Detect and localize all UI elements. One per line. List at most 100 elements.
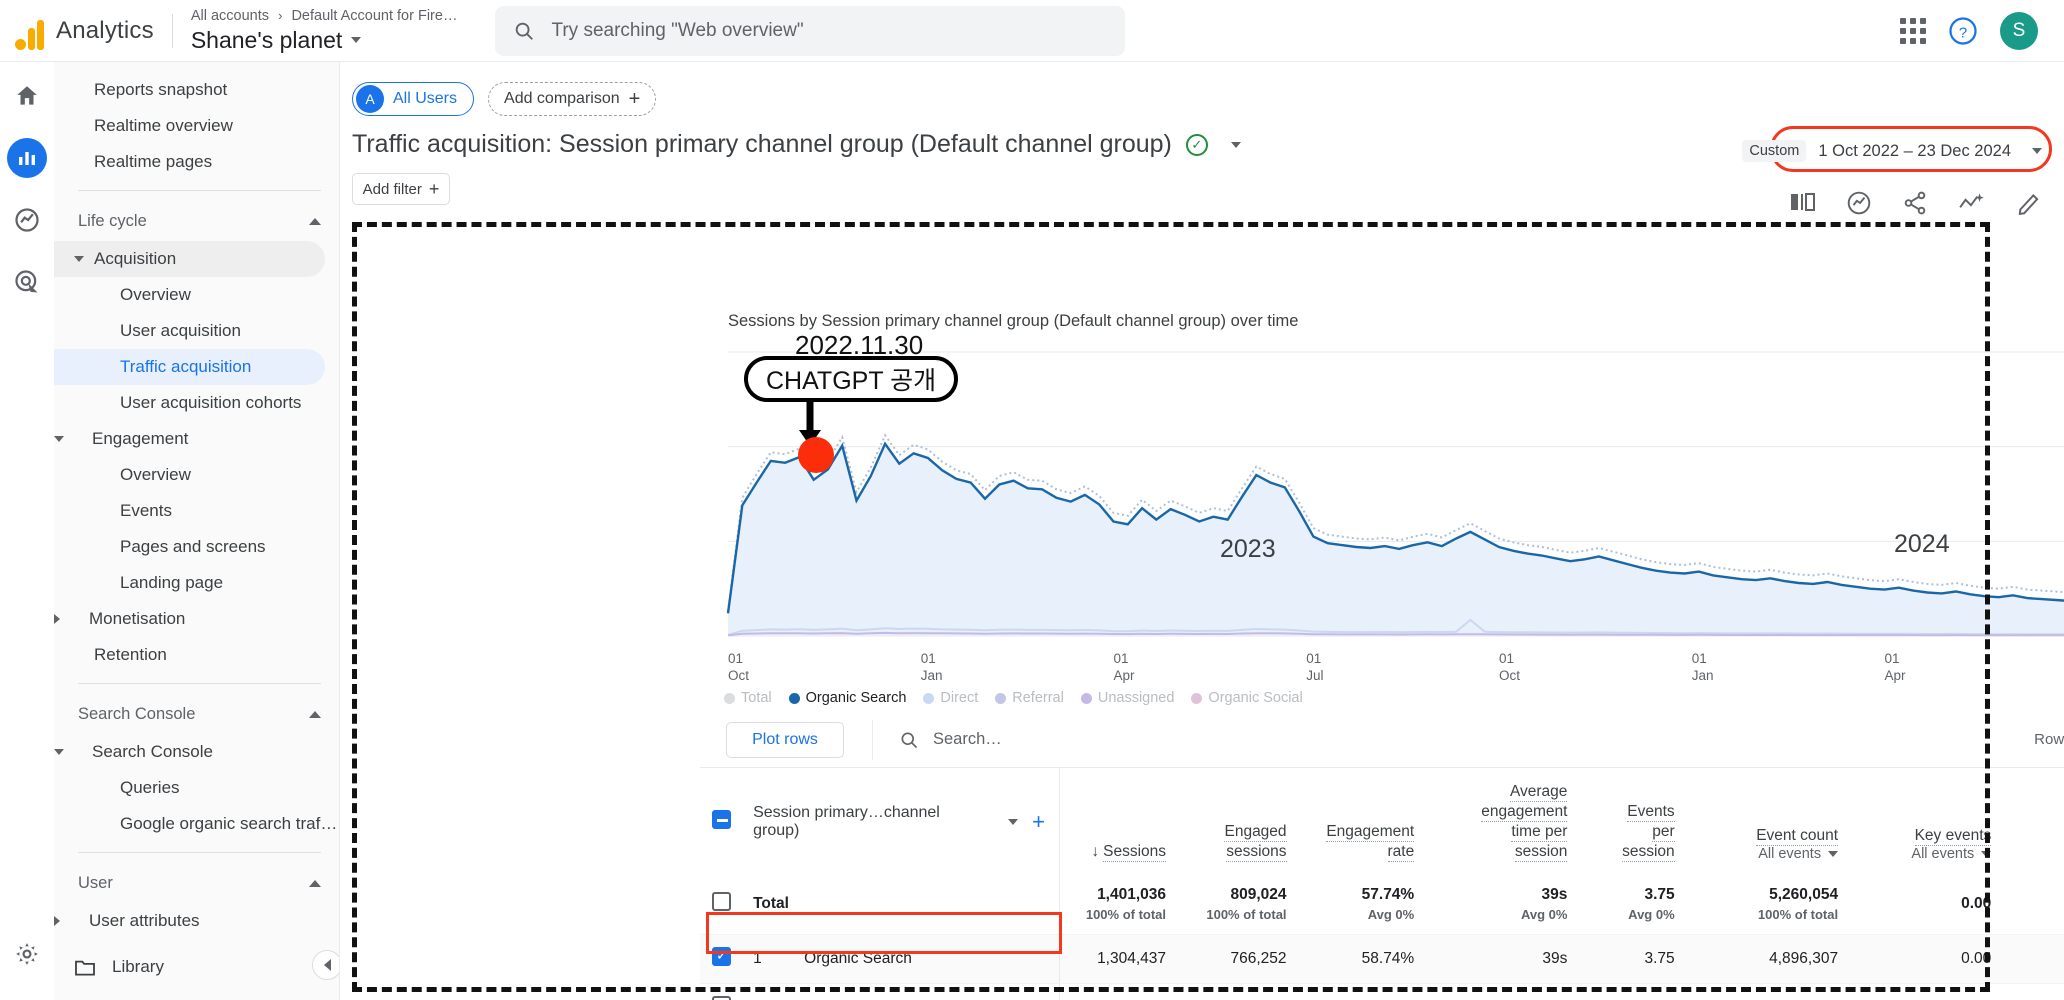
sidebar-item-realtime-overview[interactable]: Realtime overview <box>54 108 325 144</box>
sidebar-divider <box>78 852 321 853</box>
plot-rows-button[interactable]: Plot rows <box>726 721 844 758</box>
sidebar-item-pages-and-screens[interactable]: Pages and screens <box>54 529 325 565</box>
sidebar-section-user[interactable]: User <box>54 863 339 903</box>
sidebar-item-user-acquisition[interactable]: User acquisition <box>54 313 325 349</box>
row-checkbox-cell <box>700 983 754 1000</box>
legend-item[interactable]: Total <box>724 690 772 706</box>
col-sessions[interactable]: ↓ Sessions <box>1059 768 1181 874</box>
session-key-event-rate-filter[interactable]: All events <box>2005 846 2064 862</box>
sidebar-item-landing-page[interactable]: Landing page <box>54 565 325 601</box>
legend-item[interactable]: Organic Search <box>788 690 906 706</box>
search-icon <box>901 732 918 748</box>
chevron-left-icon <box>323 959 331 971</box>
sidebar-item-realtime-pages[interactable]: Realtime pages <box>54 144 325 180</box>
rail-item-home[interactable] <box>7 76 47 116</box>
row-dimension-name[interactable]: Direct <box>804 983 1060 1000</box>
top-right-actions: ? S <box>1900 11 2038 50</box>
breadcrumb-account[interactable]: Default Account for Fire… <box>291 8 457 24</box>
add-comparison-button[interactable]: Add comparison + <box>488 82 657 116</box>
total-cell-sub: 100% of total <box>1085 907 1167 922</box>
anomaly-icon[interactable] <box>1958 190 1986 216</box>
breadcrumb-all-accounts[interactable]: All accounts <box>191 8 269 24</box>
search-placeholder: Try searching "Web overview" <box>551 19 804 41</box>
add-filter-button[interactable]: Add filter + <box>352 173 450 205</box>
row-cell: 31,607 <box>1180 983 1301 1000</box>
legend-label: Referral <box>1012 690 1064 706</box>
dimension-header-label: Session primary…channel group) <box>753 804 940 839</box>
rail-item-advertising[interactable] <box>7 262 47 302</box>
chevron-down-icon[interactable] <box>1008 819 1019 825</box>
sidebar-item-queries[interactable]: Queries <box>54 770 325 806</box>
insights-icon[interactable] <box>1846 190 1872 216</box>
col-label: sessions <box>1226 843 1287 862</box>
sidebar-section-search-console[interactable]: Search Console <box>54 694 339 734</box>
col-session-key-event-rate[interactable]: Session key event rate All events <box>2005 768 2064 874</box>
sidebar-section-life-cycle[interactable]: Life cycle <box>54 201 339 241</box>
explore-icon <box>15 208 39 232</box>
legend-item[interactable]: Organic Social <box>1191 690 1303 706</box>
col-engaged-sessions[interactable]: Engaged sessions <box>1180 768 1301 874</box>
col-label: Engaged <box>1224 823 1287 842</box>
sidebar-item-library[interactable]: Library <box>54 949 325 985</box>
sidebar-group-label: User attributes <box>89 911 200 930</box>
edit-icon[interactable] <box>2016 190 2042 216</box>
sidebar-item-acquisition-overview[interactable]: Overview <box>54 277 325 313</box>
rail-item-settings[interactable] <box>7 934 47 974</box>
row-cell: 72,768 <box>1059 983 1181 1000</box>
sidebar-item-retention[interactable]: Retention <box>54 637 325 673</box>
sidebar-item-google-organic-search-traffic[interactable]: Google organic search traf… <box>54 806 337 842</box>
rail-item-reports[interactable] <box>7 138 47 178</box>
table-toolbar: Plot rows Search… Rows per page: 10 1-7 … <box>700 712 2064 768</box>
legend-item[interactable]: Referral <box>995 690 1064 706</box>
legend-item[interactable]: Unassigned <box>1080 690 1174 706</box>
table-row[interactable]: 2Direct72,76831,60743.44%47s3.84279,1170… <box>700 983 2064 1000</box>
event-count-filter[interactable]: All events <box>1689 846 1839 862</box>
sidebar-group-search-console[interactable]: Search Console <box>54 734 325 770</box>
x-tick-label: 01 Jan <box>1691 651 1714 683</box>
sidebar-group-acquisition[interactable]: Acquisition <box>54 241 325 277</box>
sidebar-divider <box>78 190 321 191</box>
top-bar: Analytics All accounts › Default Account… <box>0 0 2064 62</box>
table-search-placeholder: Search… <box>933 730 1002 748</box>
sidebar-item-events[interactable]: Events <box>54 493 325 529</box>
account-selector[interactable]: All accounts › Default Account for Fire…… <box>191 7 458 55</box>
row-cell: 47s <box>1428 983 1582 1000</box>
chart-year-2023: 2023 <box>1220 535 1276 563</box>
sidebar-group-engagement[interactable]: Engagement <box>54 421 325 457</box>
col-event-count[interactable]: Event count All events <box>1689 768 1852 874</box>
compare-icon[interactable] <box>1790 190 1816 214</box>
col-label: rate <box>1387 843 1415 862</box>
dimension-header-cell: Session primary…channel group) + <box>753 768 1059 874</box>
row-checkbox[interactable] <box>712 892 731 911</box>
search-input[interactable]: Try searching "Web overview" <box>495 5 1126 56</box>
share-icon[interactable] <box>1902 190 1928 216</box>
collapse-sidebar-button[interactable] <box>312 950 339 980</box>
col-events-per-session[interactable]: Events per session <box>1581 768 1688 874</box>
sidebar-group-user-attributes[interactable]: User attributes <box>54 903 325 939</box>
help-icon[interactable]: ? <box>1948 16 1978 46</box>
col-avg-engagement-time[interactable]: Average engagement time per session <box>1428 768 1581 874</box>
avatar[interactable]: S <box>2000 11 2038 50</box>
property-name[interactable]: Shane's planet <box>191 25 458 55</box>
legend-item[interactable]: Direct <box>923 690 978 706</box>
select-all-checkbox[interactable] <box>712 810 731 829</box>
sidebar-item-traffic-acquisition[interactable]: Traffic acquisition <box>54 349 325 385</box>
property-label: Shane's planet <box>190 26 343 53</box>
sidebar-item-engagement-overview[interactable]: Overview <box>54 457 325 493</box>
table-search-input[interactable]: Search… <box>872 719 1002 760</box>
chevron-right-icon <box>54 916 60 926</box>
row-checkbox[interactable] <box>712 996 731 1000</box>
col-key-events[interactable]: Key events All events <box>1852 768 2005 874</box>
sidebar-item-user-acquisition-cohorts[interactable]: User acquisition cohorts <box>54 385 325 421</box>
rail-item-explore[interactable] <box>7 200 47 240</box>
apps-grid-icon[interactable] <box>1900 17 1926 44</box>
col-engagement-rate[interactable]: Engagement rate <box>1301 768 1429 874</box>
chevron-down-icon[interactable] <box>1230 141 1241 148</box>
all-users-chip[interactable]: A All Users <box>352 82 475 116</box>
advertising-icon <box>15 270 38 293</box>
sidebar-item-label: Events <box>120 501 172 520</box>
sidebar-item-reports-snapshot[interactable]: Reports snapshot <box>54 72 325 108</box>
add-dimension-button[interactable]: + <box>1032 811 1045 833</box>
sidebar-group-monetisation[interactable]: Monetisation <box>54 601 325 637</box>
key-events-filter[interactable]: All events <box>1852 846 1992 862</box>
